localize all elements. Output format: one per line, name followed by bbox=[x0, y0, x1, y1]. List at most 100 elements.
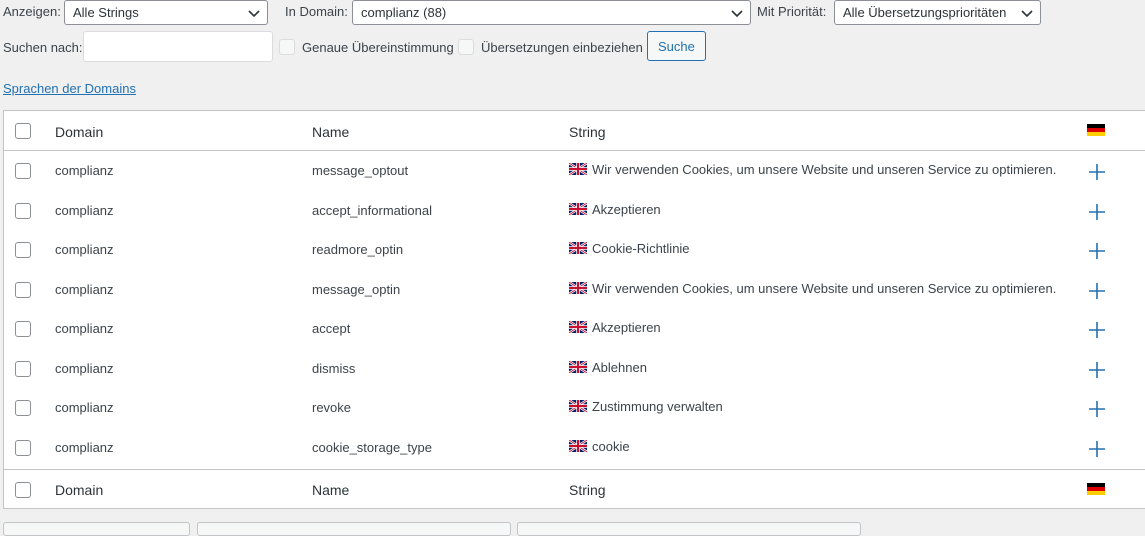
table-row: complianz message_optout Wir verwenden Coo… bbox=[4, 151, 1145, 191]
table-header: Domain Name String bbox=[4, 111, 1145, 151]
cell-domain: complianz bbox=[55, 400, 114, 415]
cell-name: message_optin bbox=[312, 281, 401, 297]
cell-string: cookie bbox=[569, 439, 630, 454]
search-button[interactable]: Suche bbox=[647, 31, 706, 61]
table-row: complianz cookie_storage_type cookie bbox=[4, 428, 1145, 468]
cell-string-text: Cookie-Richtlinie bbox=[592, 241, 690, 256]
cell-name: cookie_storage_type bbox=[312, 439, 432, 455]
select-all-checkbox[interactable] bbox=[15, 482, 31, 498]
cell-string: Wir verwenden Cookies, um unsere Website… bbox=[569, 162, 1056, 177]
german-flag-icon bbox=[1087, 124, 1105, 136]
cell-string-text: Ablehnen bbox=[592, 359, 647, 375]
cell-domain: complianz bbox=[55, 202, 114, 218]
table-row: complianz message_optin Wir verwenden Cook… bbox=[4, 270, 1145, 310]
row-checkbox[interactable] bbox=[15, 163, 31, 179]
uk-flag-icon bbox=[569, 400, 587, 412]
show-select[interactable]: Alle Strings bbox=[64, 0, 268, 25]
row-checkbox[interactable] bbox=[15, 202, 31, 219]
cell-domain: complianz bbox=[55, 439, 114, 455]
plus-icon[interactable] bbox=[1088, 163, 1106, 181]
chevron-down-icon bbox=[1021, 9, 1033, 17]
chevron-down-icon bbox=[248, 9, 260, 17]
column-domain[interactable]: Domain bbox=[55, 482, 103, 498]
exact-match-checkbox[interactable] bbox=[279, 39, 295, 55]
row-checkbox[interactable] bbox=[15, 439, 31, 456]
include-translations-label: Übersetzungen einbeziehen bbox=[481, 40, 643, 55]
column-string[interactable]: String bbox=[569, 124, 606, 140]
cell-string-text: Wir verwenden Cookies, um unsere Website… bbox=[592, 162, 1057, 177]
table-row: complianz dismiss Ablehnen bbox=[4, 349, 1145, 389]
cell-name: dismiss bbox=[312, 360, 356, 376]
show-label: Anzeigen: bbox=[3, 4, 61, 19]
cell-name: revoke bbox=[312, 400, 352, 415]
cell-string-text: cookie bbox=[592, 438, 630, 454]
uk-flag-icon bbox=[569, 439, 587, 452]
cell-string-text: Wir verwenden Cookies, um unsere Website… bbox=[592, 280, 1057, 296]
select-all-checkbox[interactable] bbox=[15, 123, 31, 139]
search-label: Suchen nach: bbox=[3, 40, 83, 55]
cell-domain: complianz bbox=[55, 242, 114, 257]
domain-label: In Domain: bbox=[285, 4, 348, 19]
cell-string: Ablehnen bbox=[569, 360, 647, 375]
uk-flag-icon bbox=[569, 163, 587, 175]
cell-name: message_optout bbox=[312, 163, 409, 178]
cell-string: Zustimmung verwalten bbox=[569, 399, 723, 414]
table-row: complianz revoke Zustimmung verwalten bbox=[4, 388, 1145, 428]
chevron-down-icon bbox=[731, 9, 743, 17]
uk-flag-icon bbox=[569, 321, 587, 333]
uk-flag-icon bbox=[569, 202, 587, 215]
cell-name: readmore_optin bbox=[312, 242, 404, 257]
domain-select[interactable]: complianz (88) bbox=[352, 0, 751, 25]
cell-name: accept_informational bbox=[312, 202, 432, 218]
exact-match-label: Genaue Übereinstimmung bbox=[302, 40, 454, 55]
uk-flag-icon bbox=[569, 242, 587, 254]
plus-icon[interactable] bbox=[1088, 242, 1106, 260]
column-domain[interactable]: Domain bbox=[55, 124, 103, 140]
cell-string: Wir verwenden Cookies, um unsere Website… bbox=[569, 281, 1056, 296]
table-footer: Domain Name String bbox=[4, 469, 1145, 509]
cell-string: Cookie-Richtlinie bbox=[569, 241, 690, 256]
show-select-value: Alle Strings bbox=[73, 5, 139, 20]
plus-icon[interactable] bbox=[1088, 361, 1106, 379]
cell-string-text: Akzeptieren bbox=[592, 320, 661, 335]
domain-select-value: complianz (88) bbox=[361, 5, 447, 20]
column-name[interactable]: Name bbox=[312, 482, 349, 498]
plus-icon[interactable] bbox=[1088, 400, 1106, 418]
cell-name: accept bbox=[312, 321, 351, 336]
row-checkbox[interactable] bbox=[15, 400, 31, 416]
uk-flag-icon bbox=[569, 360, 587, 373]
plus-icon[interactable] bbox=[1088, 282, 1106, 300]
row-checkbox[interactable] bbox=[15, 281, 31, 298]
column-string[interactable]: String bbox=[569, 482, 606, 498]
row-checkbox[interactable] bbox=[15, 321, 31, 337]
table-row: complianz accept_informational Akzeptieren bbox=[4, 191, 1145, 231]
plus-icon[interactable] bbox=[1088, 321, 1106, 339]
uk-flag-icon bbox=[569, 281, 587, 294]
bulk-action-button[interactable] bbox=[197, 522, 511, 536]
table-row: complianz accept Akzeptieren bbox=[4, 309, 1145, 349]
cell-domain: complianz bbox=[55, 360, 114, 376]
priority-label: Mit Priorität: bbox=[757, 4, 827, 19]
priority-select[interactable]: Alle Übersetzungsprioritäten bbox=[834, 0, 1041, 25]
cell-domain: complianz bbox=[55, 321, 114, 336]
cell-domain: complianz bbox=[55, 163, 114, 178]
column-name[interactable]: Name bbox=[312, 124, 349, 140]
bulk-action-button[interactable] bbox=[3, 522, 190, 536]
cell-string: Akzeptieren bbox=[569, 202, 661, 217]
include-translations-checkbox[interactable] bbox=[458, 39, 474, 55]
plus-icon[interactable] bbox=[1088, 440, 1106, 458]
priority-select-value: Alle Übersetzungsprioritäten bbox=[843, 5, 1007, 20]
domain-languages-link[interactable]: Sprachen der Domains bbox=[3, 81, 136, 96]
german-flag-icon bbox=[1087, 483, 1105, 495]
cell-string-text: Zustimmung verwalten bbox=[592, 399, 723, 414]
row-checkbox[interactable] bbox=[15, 360, 31, 377]
cell-string: Akzeptieren bbox=[569, 320, 661, 335]
cell-string-text: Akzeptieren bbox=[592, 201, 661, 217]
bulk-action-button[interactable] bbox=[517, 522, 861, 536]
cell-domain: complianz bbox=[55, 281, 114, 297]
search-input[interactable] bbox=[83, 31, 273, 62]
row-checkbox[interactable] bbox=[15, 242, 31, 258]
plus-icon[interactable] bbox=[1088, 203, 1106, 221]
strings-table: Domain Name String complianz message_opto… bbox=[3, 110, 1145, 509]
table-row: complianz readmore_optin Cookie-Richtlinie bbox=[4, 230, 1145, 270]
